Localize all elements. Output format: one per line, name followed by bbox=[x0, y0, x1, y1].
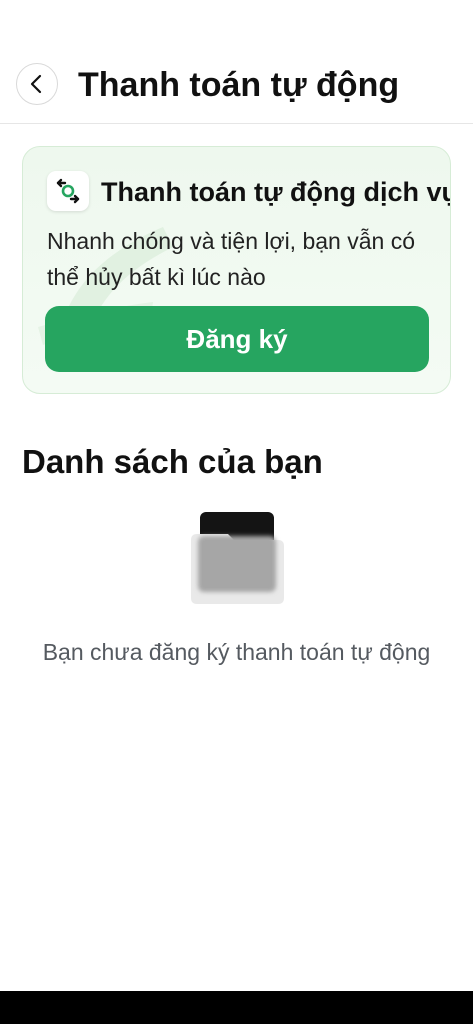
auto-payment-promo-card: Thanh toán tự động dịch vụ Nhanh chóng v… bbox=[22, 146, 451, 394]
auto-payment-arrows-icon bbox=[47, 171, 89, 211]
empty-folder-icon bbox=[191, 512, 284, 604]
back-button[interactable] bbox=[16, 63, 58, 105]
system-navigation-bar bbox=[0, 991, 473, 1024]
list-section-title: Danh sách của bạn bbox=[22, 443, 323, 480]
app-header: Thanh toán tự động bbox=[0, 0, 473, 124]
chevron-left-icon bbox=[30, 74, 42, 94]
promo-title: Thanh toán tự động dịch vụ bbox=[101, 177, 451, 207]
empty-state-message: Bạn chưa đăng ký thanh toán tự động bbox=[42, 639, 431, 665]
promo-description: Nhanh chóng và tiện lợi, bạn vẫn có thể … bbox=[47, 228, 415, 290]
page-title: Thanh toán tự động bbox=[78, 66, 400, 104]
register-button[interactable]: Đăng ký bbox=[45, 306, 429, 372]
